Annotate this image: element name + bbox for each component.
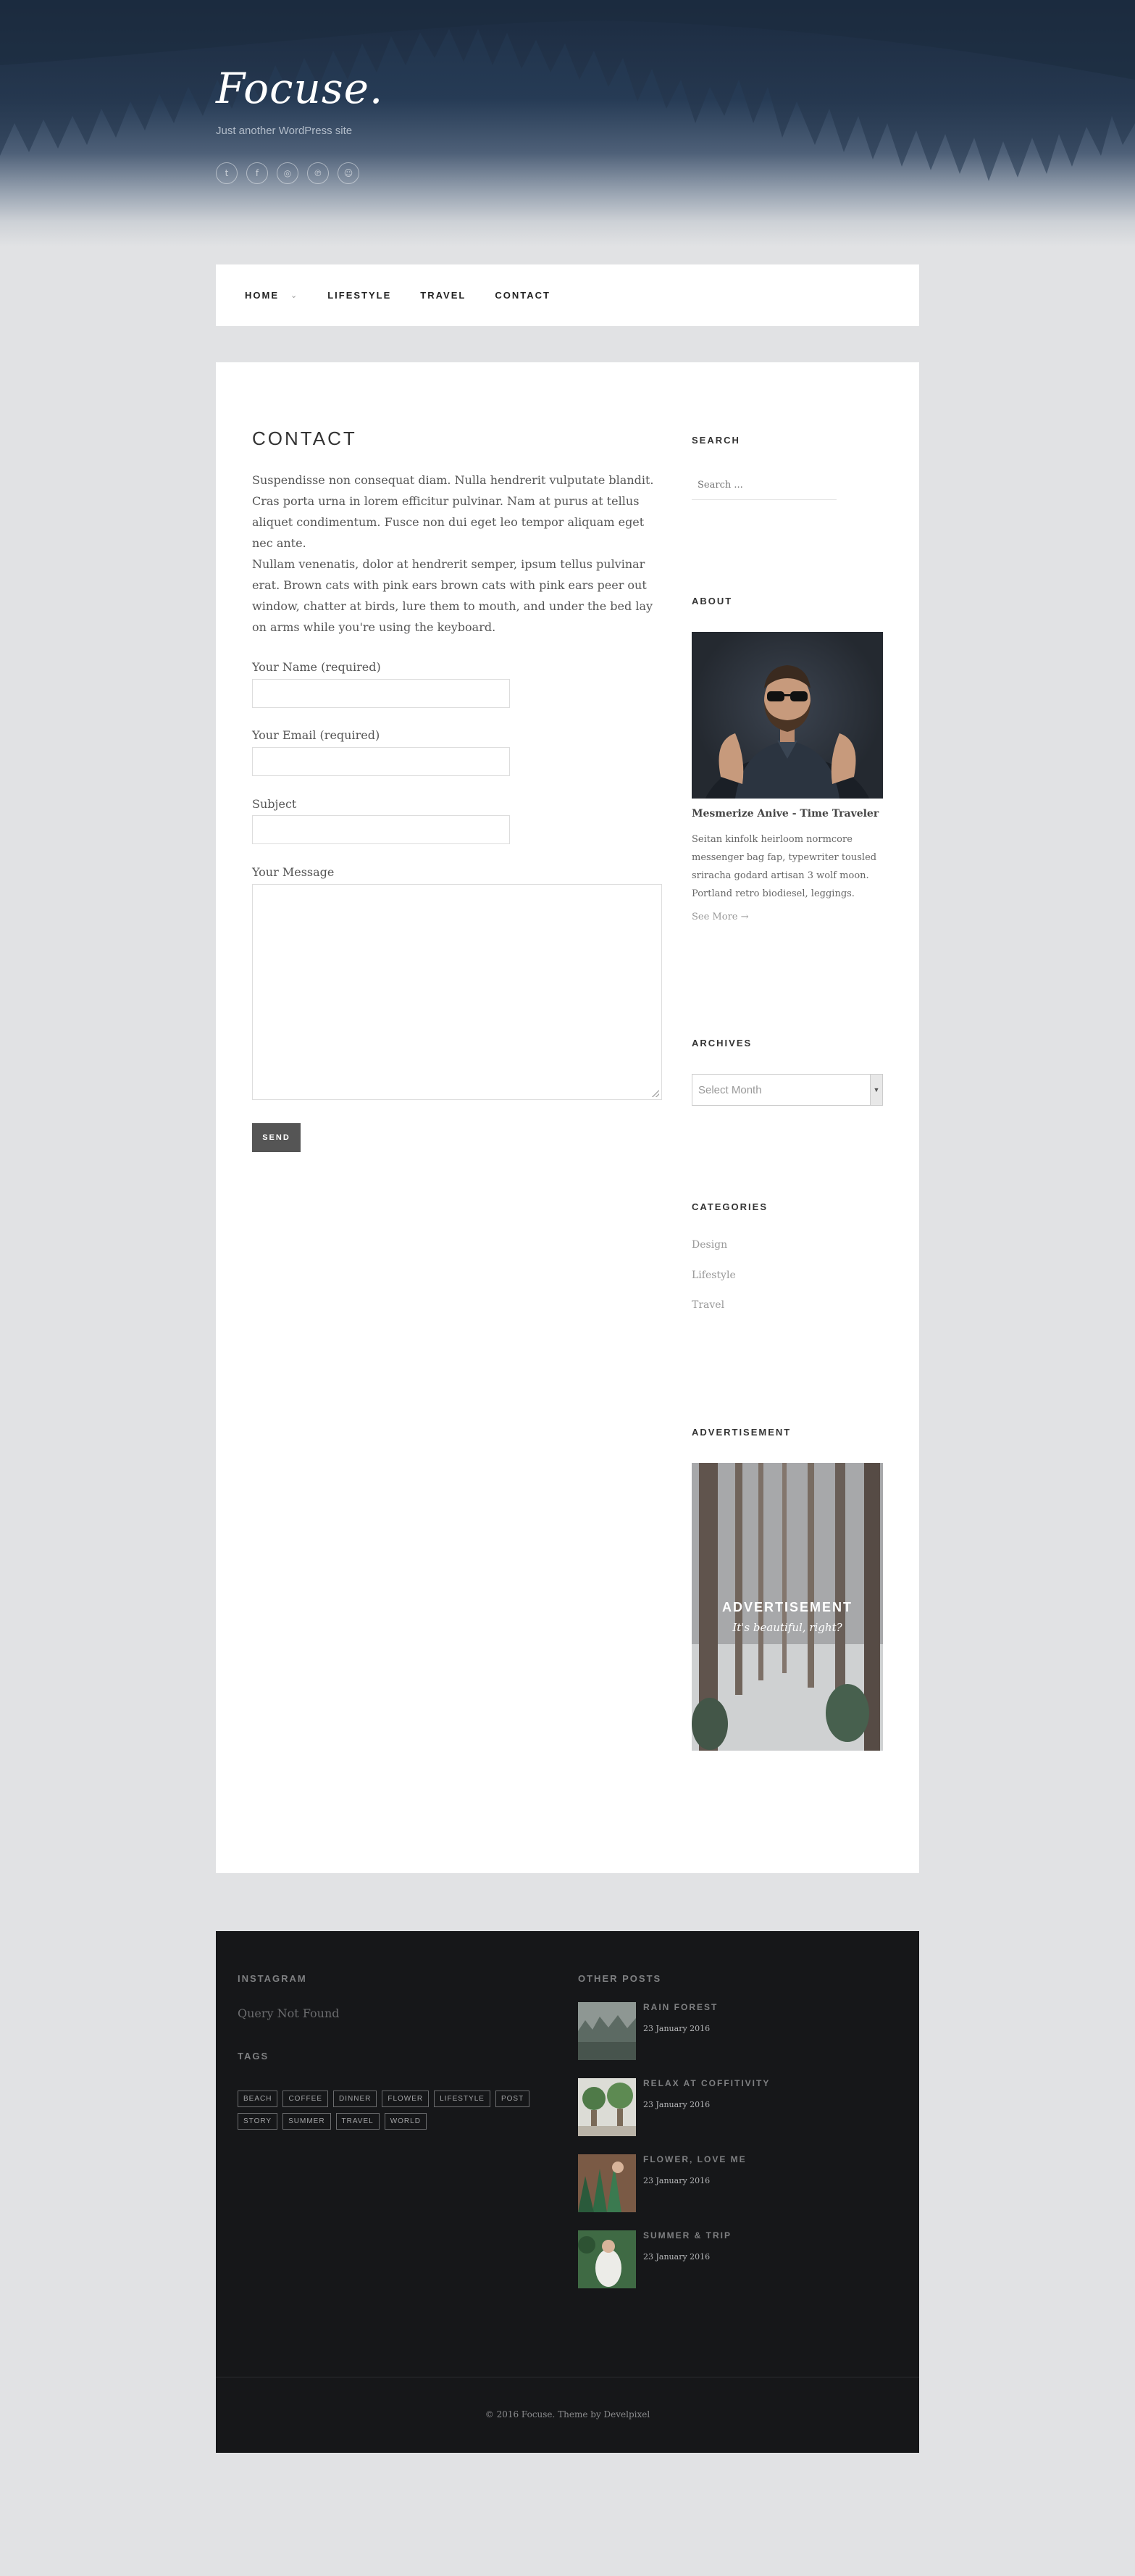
tag-link[interactable]: POST [495, 2091, 530, 2107]
email-label: Your Email (required) [252, 728, 380, 742]
twitter-icon[interactable]: t [216, 162, 238, 184]
tag-link[interactable]: SUMMER [282, 2113, 331, 2130]
post-item[interactable]: RAIN FOREST 23 January 2016 [578, 2002, 882, 2062]
tags-title: TAGS [238, 2051, 269, 2062]
copyright-text: © 2016 Focuse. Theme by Develpixel [485, 2409, 650, 2419]
category-link-travel[interactable]: Travel [692, 1299, 724, 1311]
post-thumbnail[interactable] [578, 2154, 636, 2212]
site-footer: INSTAGRAM Query Not Found TAGS BEACH COF… [216, 1931, 919, 2453]
pinterest-icon[interactable]: ℗ [307, 162, 329, 184]
post-thumbnail[interactable] [578, 2002, 636, 2060]
name-label: Your Name (required) [252, 660, 381, 674]
tag-cloud: BEACH COFFEE DINNER FLOWER LIFESTYLE POS… [238, 2091, 556, 2130]
ad-subheading: It's beautiful, right? [732, 1621, 842, 1634]
post-title[interactable]: FLOWER, LOVE ME [643, 2154, 747, 2164]
second-paragraph: Nullam venenatis, dolor at hendrerit sem… [252, 557, 653, 634]
forest-silhouette [0, 0, 1135, 181]
facebook-icon[interactable]: f [246, 162, 268, 184]
post-thumbnail[interactable] [578, 2078, 636, 2136]
tag-link[interactable]: STORY [238, 2113, 278, 2130]
instagram-icon[interactable]: ◎ [277, 162, 298, 184]
nav-item-lifestyle[interactable]: LIFESTYLE [327, 290, 391, 301]
tag-link[interactable]: TRAVEL [335, 2113, 380, 2130]
hero-header: Focuse. Just another WordPress site t f … [0, 0, 1135, 246]
search-input[interactable] [692, 471, 837, 500]
email-field[interactable] [252, 747, 510, 776]
nav-item-contact[interactable]: CONTACT [495, 290, 550, 301]
content-card: CONTACT Suspendisse non consequat diam. … [216, 362, 919, 1873]
subject-field[interactable] [252, 815, 510, 844]
nav-item-travel[interactable]: TRAVEL [420, 290, 466, 301]
post-title[interactable]: RAIN FOREST [643, 2002, 718, 2012]
about-description: Seitan kinfolk heirloom normcore messeng… [692, 834, 877, 899]
site-tagline: Just another WordPress site [216, 125, 353, 137]
about-photo [692, 632, 883, 799]
about-widget-title: ABOUT [692, 596, 733, 607]
resize-handle-icon[interactable] [652, 1090, 659, 1097]
see-more-link[interactable]: See More → [692, 912, 749, 922]
instagram-empty-message: Query Not Found [238, 2006, 340, 2020]
post-thumbnail[interactable] [578, 2230, 636, 2288]
site-logo[interactable]: Focuse. [216, 64, 383, 113]
archives-select[interactable]: Select Month ▼ [692, 1074, 883, 1106]
ad-heading: ADVERTISEMENT [721, 1600, 853, 1614]
tag-link[interactable]: DINNER [333, 2091, 377, 2107]
advertisement-banner[interactable]: ADVERTISEMENT It's beautiful, right? [692, 1463, 883, 1751]
tag-link[interactable]: LIFESTYLE [434, 2091, 490, 2107]
post-title[interactable]: RELAX AT COFFITIVITY [643, 2078, 770, 2088]
archives-widget-title: ARCHIVES [692, 1038, 753, 1049]
about-author-name: Mesmerize Anive - Time Traveler [692, 808, 879, 820]
chevron-down-icon[interactable]: ⌄ [290, 291, 298, 300]
message-label: Your Message [252, 865, 335, 879]
post-date: 23 January 2016 [643, 2024, 711, 2033]
send-button[interactable]: SEND [252, 1123, 301, 1152]
post-item[interactable]: SUMMER & TRIP 23 January 2016 [578, 2230, 882, 2290]
main-navigation: HOME ⌄ LIFESTYLE TRAVEL CONTACT [216, 264, 919, 326]
name-field[interactable] [252, 679, 510, 708]
message-field[interactable] [252, 884, 662, 1100]
other-posts-title: OTHER POSTS [578, 1973, 662, 1984]
nav-item-home[interactable]: HOME ⌄ [245, 290, 298, 301]
page-title: CONTACT [252, 428, 357, 449]
category-link-lifestyle[interactable]: Lifestyle [692, 1270, 736, 1281]
categories-widget-title: CATEGORIES [692, 1201, 768, 1212]
social-links: t f ◎ ℗ ☺ [216, 162, 359, 184]
person-portrait [705, 665, 870, 799]
intro-paragraph: Suspendisse non consequat diam. Nulla he… [252, 473, 654, 550]
category-link-design[interactable]: Design [692, 1239, 727, 1251]
chevron-down-icon: ▼ [870, 1075, 882, 1105]
post-item[interactable]: FLOWER, LOVE ME 23 January 2016 [578, 2154, 882, 2214]
nav-item-label: HOME [245, 290, 279, 301]
instagram-title: INSTAGRAM [238, 1973, 307, 1984]
tag-link[interactable]: FLOWER [382, 2091, 430, 2107]
post-item[interactable]: RELAX AT COFFITIVITY 23 January 2016 [578, 2078, 882, 2138]
search-widget-title: SEARCH [692, 435, 740, 446]
advertisement-widget-title: ADVERTISEMENT [692, 1427, 792, 1438]
subject-label: Subject [252, 797, 297, 811]
tag-link[interactable]: WORLD [384, 2113, 427, 2130]
archives-select-value: Select Month [698, 1083, 762, 1096]
profile-icon[interactable]: ☺ [338, 162, 359, 184]
post-title[interactable]: SUMMER & TRIP [643, 2230, 732, 2241]
post-date: 23 January 2016 [643, 2100, 711, 2109]
post-date: 23 January 2016 [643, 2176, 711, 2185]
post-date: 23 January 2016 [643, 2252, 711, 2262]
tag-link[interactable]: BEACH [238, 2091, 278, 2107]
tag-link[interactable]: COFFEE [282, 2091, 329, 2107]
